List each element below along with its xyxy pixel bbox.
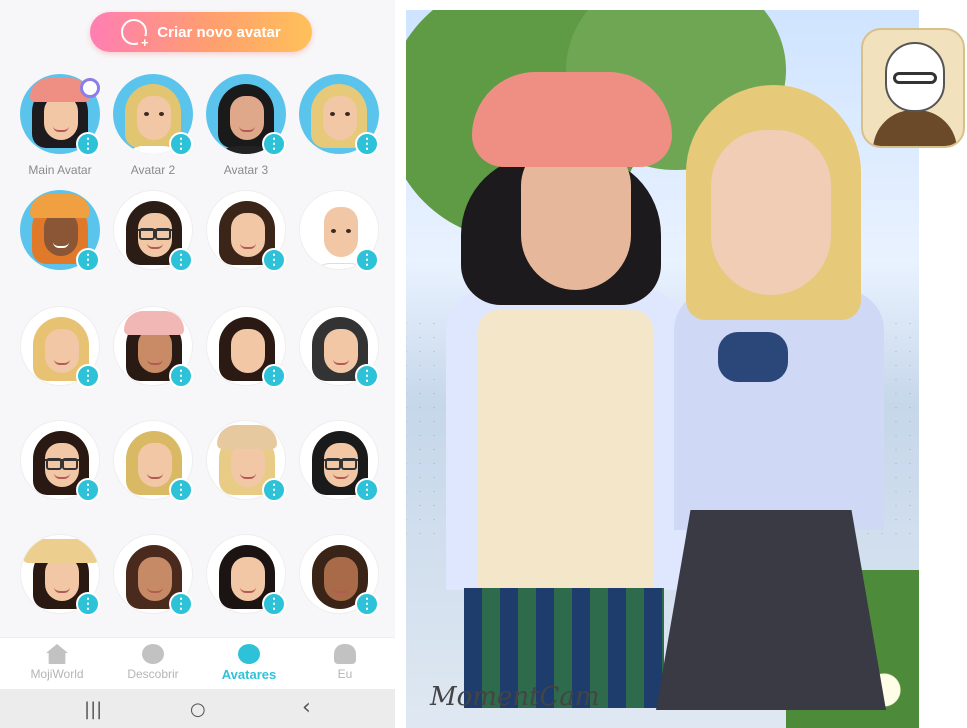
- avatar-19[interactable]: ⋮: [204, 534, 288, 644]
- bottom-nav-bar: MojiWorld Descobrir Avatares Eu: [0, 637, 395, 689]
- nav-label: Avatares: [221, 667, 277, 682]
- avatar-16[interactable]: ⋮: [297, 420, 381, 530]
- avatar-5[interactable]: ⋮: [18, 190, 102, 300]
- compass-icon: [142, 644, 164, 664]
- avatar-4[interactable]: ⋮: [297, 74, 381, 184]
- system-navigation-bar: ||| ○ ‹: [0, 689, 395, 728]
- avatar-11[interactable]: ⋮: [204, 306, 288, 416]
- screen: Criar novo avatar ⋮ Main Avatar: [0, 0, 967, 728]
- girl-right-face: [711, 130, 831, 295]
- create-avatar-label: Criar novo avatar: [157, 23, 281, 41]
- avatar-app-panel: Criar novo avatar ⋮ Main Avatar: [0, 0, 395, 728]
- girl-right-shirt: [674, 290, 884, 530]
- avatar-6[interactable]: ⋮: [111, 190, 195, 300]
- avatar-options-icon[interactable]: ⋮: [355, 364, 379, 388]
- avatar-main[interactable]: ⋮ Main Avatar: [18, 74, 102, 184]
- momentcam-app-icon: [861, 28, 965, 148]
- avatar-20[interactable]: ⋮: [297, 534, 381, 644]
- avatar-8[interactable]: ⋮: [297, 190, 381, 300]
- smiley-icon: [238, 644, 260, 664]
- nav-item-mojiworld[interactable]: MojiWorld: [12, 644, 102, 681]
- avatar-10[interactable]: ⋮: [111, 306, 195, 416]
- add-avatar-icon: [121, 19, 152, 49]
- girl-right-skirt: [656, 510, 886, 710]
- pink-beret: [472, 72, 672, 167]
- avatar-caption: Main Avatar: [28, 163, 92, 177]
- home-icon: [46, 644, 68, 664]
- nav-label: Eu: [337, 667, 353, 681]
- avatar-options-icon[interactable]: ⋮: [169, 248, 193, 272]
- avatar-options-icon[interactable]: ⋮: [355, 592, 379, 616]
- avatar-options-icon[interactable]: ⋮: [355, 132, 379, 156]
- recents-button[interactable]: |||: [84, 699, 102, 720]
- avatar-caption: Avatar 2: [130, 163, 176, 177]
- back-button[interactable]: ‹: [302, 695, 311, 720]
- avatar-14[interactable]: ⋮: [111, 420, 195, 530]
- avatar-options-icon[interactable]: ⋮: [262, 364, 286, 388]
- avatar-options-icon[interactable]: ⋮: [76, 592, 100, 616]
- avatar-options-icon[interactable]: ⋮: [76, 364, 100, 388]
- nav-label: MojiWorld: [30, 667, 84, 681]
- avatar-options-icon[interactable]: ⋮: [262, 132, 286, 156]
- avatar-options-icon[interactable]: ⋮: [355, 478, 379, 502]
- momentcam-signature: MomentCam: [430, 682, 600, 712]
- avatar-15[interactable]: ⋮: [204, 420, 288, 530]
- girl-left-vest: [478, 310, 653, 600]
- avatar-caption: Avatar 3: [223, 163, 269, 177]
- avatar-options-icon[interactable]: ⋮: [76, 132, 100, 156]
- avatar-options-icon[interactable]: ⋮: [169, 132, 193, 156]
- navy-bow-tie: [718, 332, 788, 382]
- avatar-options-icon[interactable]: ⋮: [355, 248, 379, 272]
- avatar-options-icon[interactable]: ⋮: [169, 592, 193, 616]
- avatar-2[interactable]: ⋮ Avatar 2: [111, 74, 195, 184]
- avatar-options-icon[interactable]: ⋮: [262, 478, 286, 502]
- avatar-options-icon[interactable]: ⋮: [76, 248, 100, 272]
- avatar-18[interactable]: ⋮: [111, 534, 195, 644]
- avatar-options-icon[interactable]: ⋮: [169, 364, 193, 388]
- avatar-7[interactable]: ⋮: [204, 190, 288, 300]
- avatar-options-icon[interactable]: ⋮: [169, 478, 193, 502]
- nav-label: Descobrir: [127, 667, 179, 681]
- avatar-9[interactable]: ⋮: [18, 306, 102, 416]
- person-icon: [334, 644, 356, 664]
- nav-item-avatares[interactable]: Avatares: [204, 644, 294, 682]
- avatar-13[interactable]: ⋮: [18, 420, 102, 530]
- selected-avatar-badge: [80, 78, 100, 98]
- cartoon-illustration: MomentCam: [406, 10, 919, 728]
- avatar-3[interactable]: ⋮ Avatar 3: [204, 74, 288, 184]
- avatar-options-icon[interactable]: ⋮: [262, 592, 286, 616]
- create-avatar-button[interactable]: Criar novo avatar: [90, 12, 312, 52]
- home-button[interactable]: ○: [190, 699, 206, 720]
- avatar-options-icon[interactable]: ⋮: [262, 248, 286, 272]
- nav-item-descobrir[interactable]: Descobrir: [108, 644, 198, 681]
- avatar-12[interactable]: ⋮: [297, 306, 381, 416]
- avatar-17[interactable]: ⋮: [18, 534, 102, 644]
- avatar-options-icon[interactable]: ⋮: [76, 478, 100, 502]
- nav-item-eu[interactable]: Eu: [300, 644, 390, 681]
